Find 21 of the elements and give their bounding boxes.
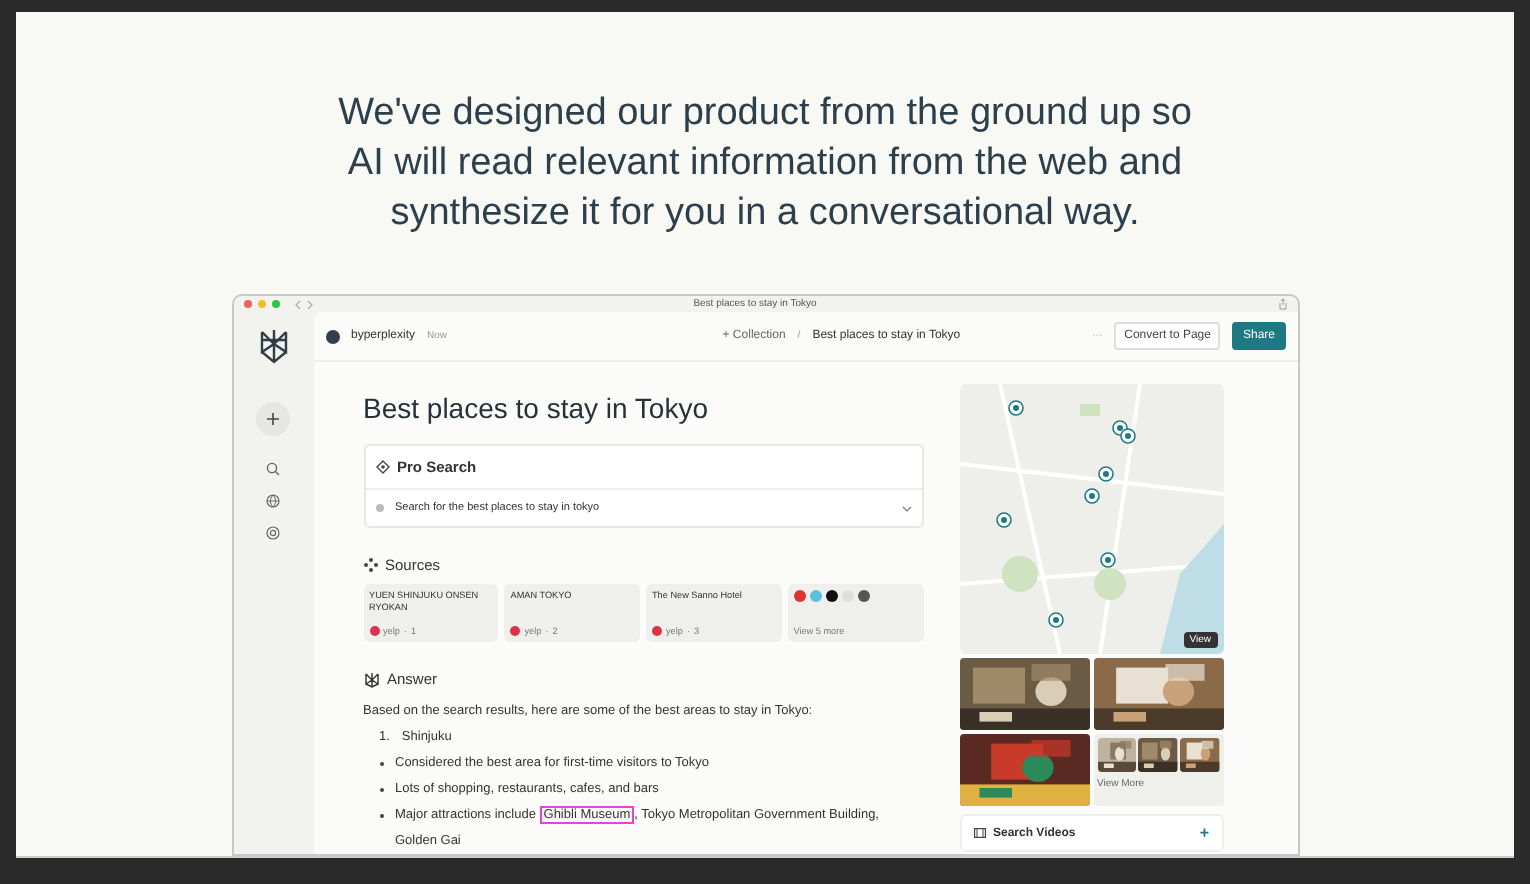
logo-icon[interactable] — [257, 328, 289, 364]
answer-icon — [363, 671, 379, 687]
step-dot-icon — [375, 504, 383, 512]
yelp-icon — [510, 626, 521, 636]
sources-icon — [363, 558, 377, 572]
chevron-icon[interactable] — [901, 505, 911, 511]
close-icon[interactable] — [243, 300, 251, 308]
page-title: Best places to stay in Tokyo — [363, 392, 710, 424]
new-thread-button[interactable] — [256, 402, 290, 436]
headline: We've designed our product from the ground up so AI will read relevant information from the web and synthesize it for you in a conversational way. — [336, 90, 1194, 238]
film-icon — [973, 828, 985, 838]
pro-search-icon — [375, 460, 389, 474]
globe-icon[interactable] — [266, 494, 280, 508]
plus-icon — [266, 412, 280, 426]
user-avatar[interactable] — [325, 329, 339, 343]
add-button[interactable]: + — [1199, 824, 1209, 842]
yelp-icon — [369, 626, 379, 636]
search-icon[interactable] — [266, 462, 280, 476]
share-icon[interactable] — [1277, 298, 1287, 310]
library-icon[interactable] — [266, 526, 280, 540]
yelp-icon — [652, 626, 662, 636]
